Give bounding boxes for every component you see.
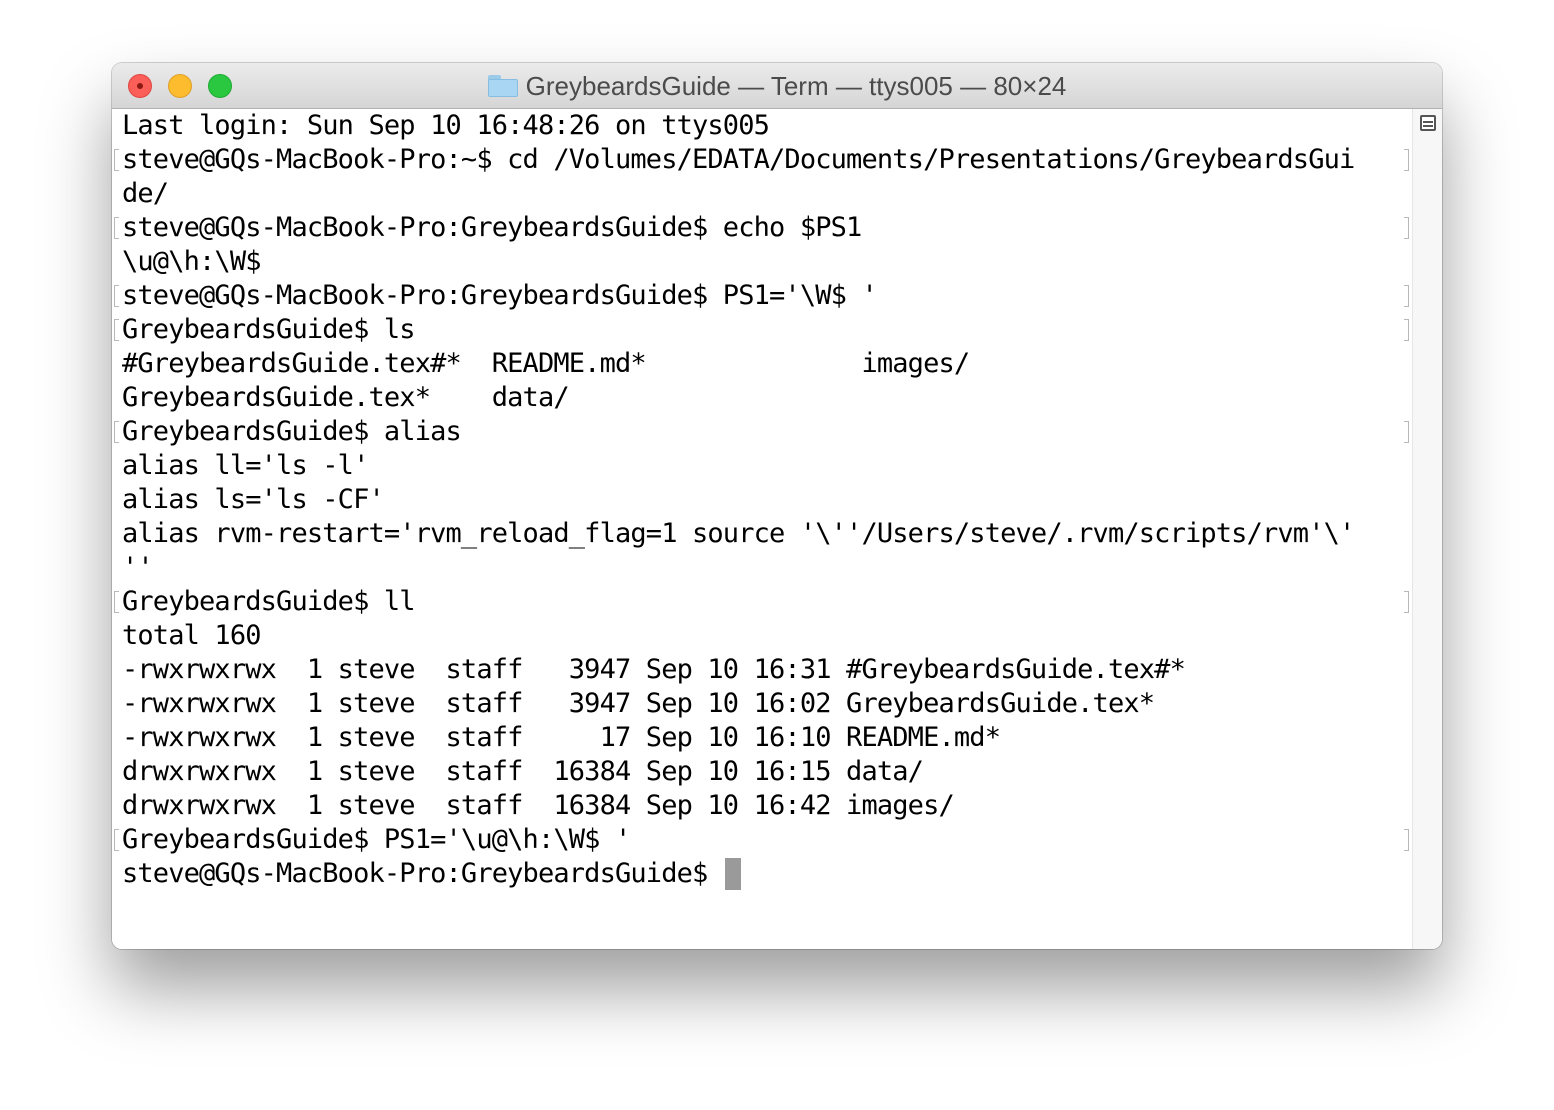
terminal-lines: Last login: Sun Sep 10 16:48:26 on ttys0… (114, 109, 1412, 891)
window-title: GreybeardsGuide — Term — ttys005 — 80×24 (525, 70, 1067, 101)
terminal-line: GreybeardsGuide.tex* data/ (122, 382, 570, 413)
terminal-line: drwxrwxrwx 1 steve staff 16384 Sep 10 16… (122, 756, 924, 787)
terminal-line: \u@\h:\W$ (122, 246, 262, 277)
terminal-line: de/ (122, 178, 169, 209)
vertical-scrollbar[interactable] (1412, 109, 1442, 949)
text-cursor (724, 858, 741, 890)
terminal-line: steve@GQs-MacBook-Pro:GreybeardsGuide$ e… (114, 211, 1412, 245)
terminal-line: '' (122, 552, 154, 583)
terminal-line: Last login: Sun Sep 10 16:48:26 on ttys0… (122, 110, 770, 141)
terminal-line: steve@GQs-MacBook-Pro:~$ cd /Volumes/EDA… (114, 143, 1412, 177)
terminal-line: #GreybeardsGuide.tex#* README.md* images… (122, 348, 970, 379)
terminal-line: alias ll='ls -l' (122, 450, 369, 481)
terminal-line: GreybeardsGuide$ alias (114, 415, 1412, 449)
terminal-line: drwxrwxrwx 1 steve staff 16384 Sep 10 16… (122, 790, 955, 821)
terminal-window: GreybeardsGuide — Term — ttys005 — 80×24… (112, 63, 1442, 949)
title-bar[interactable]: GreybeardsGuide — Term — ttys005 — 80×24 (112, 63, 1442, 109)
folder-icon (487, 75, 518, 97)
terminal-line: total 160 (122, 620, 262, 651)
terminal-output[interactable]: Last login: Sun Sep 10 16:48:26 on ttys0… (112, 109, 1412, 949)
window-title-group: GreybeardsGuide — Term — ttys005 — 80×24 (112, 63, 1442, 109)
terminal-line: -rwxrwxrwx 1 steve staff 17 Sep 10 16:10… (122, 722, 1001, 753)
terminal-line: -rwxrwxrwx 1 steve staff 3947 Sep 10 16:… (122, 688, 1155, 719)
terminal-line: alias ls='ls -CF' (122, 484, 385, 515)
terminal-line: -rwxrwxrwx 1 steve staff 3947 Sep 10 16:… (122, 654, 1186, 685)
terminal-line: GreybeardsGuide$ ls (114, 313, 1412, 347)
terminal-line: alias rvm-restart='rvm_reload_flag=1 sou… (122, 518, 1355, 549)
terminal-line: GreybeardsGuide$ ll (114, 585, 1412, 619)
split-pane-icon[interactable] (1420, 115, 1436, 131)
terminal-line-prompt: steve@GQs-MacBook-Pro:GreybeardsGuide$ (122, 857, 1412, 891)
terminal-line: GreybeardsGuide$ PS1='\u@\h:\W$ ' (114, 823, 1412, 857)
terminal-line: steve@GQs-MacBook-Pro:GreybeardsGuide$ P… (114, 279, 1412, 313)
